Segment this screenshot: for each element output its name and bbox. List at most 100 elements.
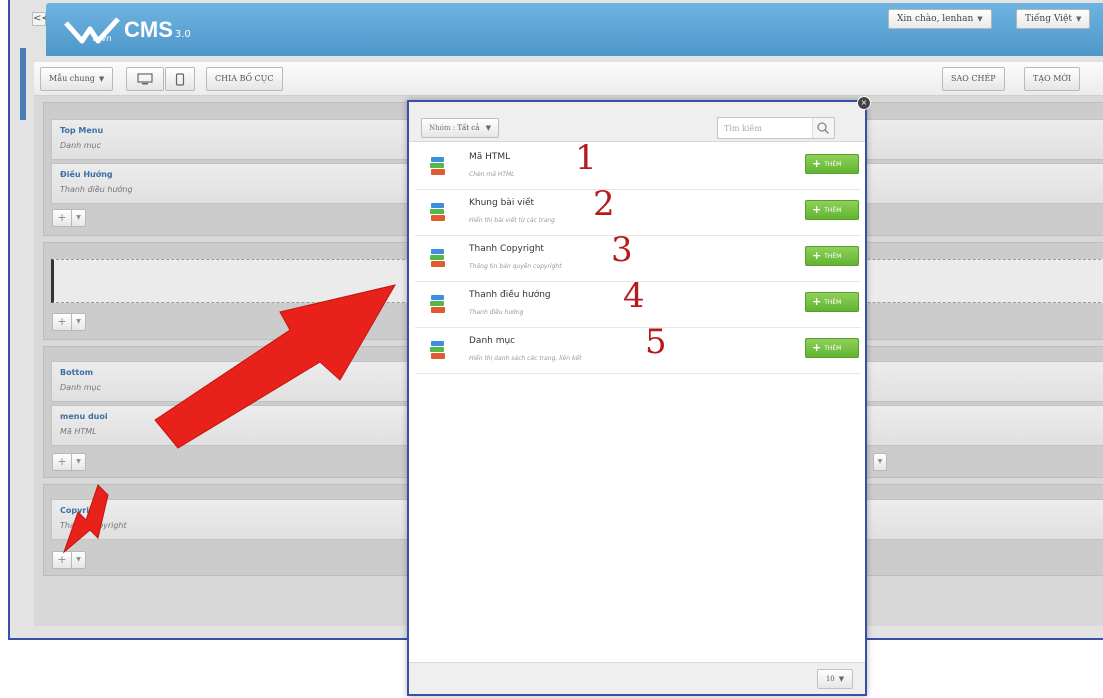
add-module-group: + ▼	[52, 453, 86, 471]
module-subtitle: Danh mục	[60, 383, 102, 392]
plus-icon: +	[812, 203, 822, 216]
modal-footer: 10 ▼	[409, 662, 865, 694]
plus-icon: +	[812, 157, 822, 170]
add-module-button[interactable]: +	[52, 551, 72, 569]
template-select[interactable]: Mẫu chung ▼	[40, 67, 114, 91]
search-icon	[817, 122, 830, 135]
widget-stack-icon	[430, 341, 445, 359]
page-size-select[interactable]: 10 ▼	[817, 669, 853, 689]
module-subtitle: Thanh điều hướng	[60, 185, 133, 194]
widget-stack-icon	[430, 249, 445, 267]
widget-row: Khung bài viết Hiển thị bài viết từ các t…	[415, 184, 861, 236]
modal-header: Nhóm : Tất cả ▼	[409, 102, 865, 142]
plus-icon: +	[812, 341, 822, 354]
mobile-icon	[175, 72, 185, 86]
mobile-view-button[interactable]	[165, 67, 195, 91]
add-module-dropdown[interactable]: ▼	[72, 209, 86, 227]
brand-name: CMS	[124, 17, 173, 42]
plus-icon: +	[812, 249, 822, 262]
language-select[interactable]: Tiếng Việt ▼	[1016, 9, 1091, 29]
widget-name: Thanh điều hướng	[469, 290, 551, 300]
language-label: Tiếng Việt	[1025, 14, 1072, 24]
widget-stack-icon	[430, 157, 445, 175]
add-module-group-right: ▼	[873, 453, 887, 471]
collapse-sidebar-button[interactable]: <<	[32, 12, 50, 26]
chevron-down-icon: ▼	[485, 124, 492, 132]
add-module-button[interactable]: +	[52, 453, 72, 471]
close-icon[interactable]: ×	[857, 96, 871, 110]
add-widget-label: THÊM	[824, 207, 842, 214]
desktop-icon	[137, 73, 153, 85]
group-filter-label: Nhóm :	[429, 124, 456, 132]
add-module-button[interactable]: +	[52, 313, 72, 331]
user-menu-button[interactable]: Xin chào, lenhan ▼	[888, 9, 992, 29]
annotation-number: 1	[575, 138, 597, 178]
annotation-number: 4	[623, 276, 645, 316]
widget-description: Thông tin bản quyền copyright	[469, 263, 562, 270]
add-module-dropdown[interactable]: ▼	[873, 453, 887, 471]
group-filter-value: Tất cả	[457, 124, 480, 132]
add-widget-button[interactable]: + THÊM	[805, 338, 859, 358]
widget-stack-icon	[430, 203, 445, 221]
module-subtitle: Mã HTML	[60, 427, 97, 436]
split-layout-button[interactable]: CHIA BỐ CỤC	[206, 67, 283, 91]
annotation-number: 2	[593, 184, 615, 224]
search-input[interactable]	[718, 118, 812, 138]
widget-name: Thanh Copyright	[469, 244, 544, 254]
module-title: Bottom	[60, 368, 94, 377]
module-title: Copyright	[60, 506, 105, 515]
plus-icon: +	[812, 295, 822, 308]
chevron-down-icon: ▼	[1076, 15, 1082, 23]
search-box	[717, 117, 835, 139]
widget-row: Danh mục Hiển thị danh sách các trang, li…	[415, 322, 861, 374]
desktop-view-button[interactable]	[126, 67, 164, 91]
add-widget-button[interactable]: + THÊM	[805, 154, 859, 174]
add-widget-label: THÊM	[824, 345, 842, 352]
page-size-value: 10	[825, 675, 835, 683]
widget-description: Hiển thị bài viết từ các trang	[469, 217, 555, 224]
module-title: Top Menu	[60, 126, 104, 135]
brand-version: 3.0	[174, 28, 191, 40]
widget-picker-modal: Nhóm : Tất cả ▼ × Mã HTMLChèn mã HTML1+T…	[407, 96, 871, 696]
logo-sub: vnvn	[92, 34, 112, 43]
module-title: Điều Hướng	[60, 170, 113, 179]
widget-row: Thanh điều hướng Thanh điều hướng 4 + THÊM	[415, 276, 861, 328]
add-widget-button[interactable]: + THÊM	[805, 200, 859, 220]
add-module-dropdown[interactable]: ▼	[72, 551, 86, 569]
module-title: menu duoi	[60, 412, 108, 421]
add-module-group: + ▼	[52, 551, 86, 569]
add-widget-button[interactable]: + THÊM	[805, 246, 859, 266]
add-widget-button[interactable]: + THÊM	[805, 292, 859, 312]
copy-button[interactable]: SAO CHÉP	[942, 67, 1005, 91]
annotation-number: 5	[645, 322, 667, 362]
add-widget-label: THÊM	[824, 161, 842, 168]
logo: vnvn CMS 3.0	[64, 12, 191, 48]
widget-description: Chèn mã HTML	[469, 171, 515, 178]
add-module-group: + ▼	[52, 209, 86, 227]
toolbar: Mẫu chung ▼ CHIA BỐ CỤC SAO CHÉP TẠO MỚI	[34, 62, 1103, 96]
add-module-group: + ▼	[52, 313, 86, 331]
module-subtitle: Thanh Copyright	[60, 521, 127, 530]
widget-name: Danh mục	[469, 336, 516, 346]
annotation-number: 3	[611, 230, 633, 270]
chevron-down-icon: ▼	[838, 675, 845, 683]
widget-name: Mã HTML	[469, 152, 511, 162]
add-module-dropdown[interactable]: ▼	[72, 453, 86, 471]
widget-row: Mã HTML Chèn mã HTML 1 + THÊM	[415, 138, 861, 190]
create-new-button[interactable]: TẠO MỚI	[1024, 67, 1081, 91]
widget-stack-icon	[430, 295, 445, 313]
search-button[interactable]	[812, 118, 834, 138]
widget-description: Hiển thị danh sách các trang, liên kết	[469, 355, 582, 362]
module-subtitle: Danh mục	[60, 141, 102, 150]
user-greeting: Xin chào, lenhan	[897, 14, 974, 24]
template-select-label: Mẫu chung	[49, 74, 95, 83]
sidebar-tab[interactable]	[20, 48, 26, 120]
add-widget-label: THÊM	[824, 253, 842, 260]
add-module-button[interactable]: +	[52, 209, 72, 227]
widget-name: Khung bài viết	[469, 198, 535, 208]
add-module-dropdown[interactable]: ▼	[72, 313, 86, 331]
widget-description: Thanh điều hướng	[469, 309, 524, 316]
app-header: vnvn CMS 3.0 Xin chào, lenhan ▼ Tiếng Việ…	[46, 3, 1103, 56]
group-filter-select[interactable]: Nhóm : Tất cả ▼	[421, 118, 500, 138]
chevron-down-icon: ▼	[977, 15, 983, 23]
